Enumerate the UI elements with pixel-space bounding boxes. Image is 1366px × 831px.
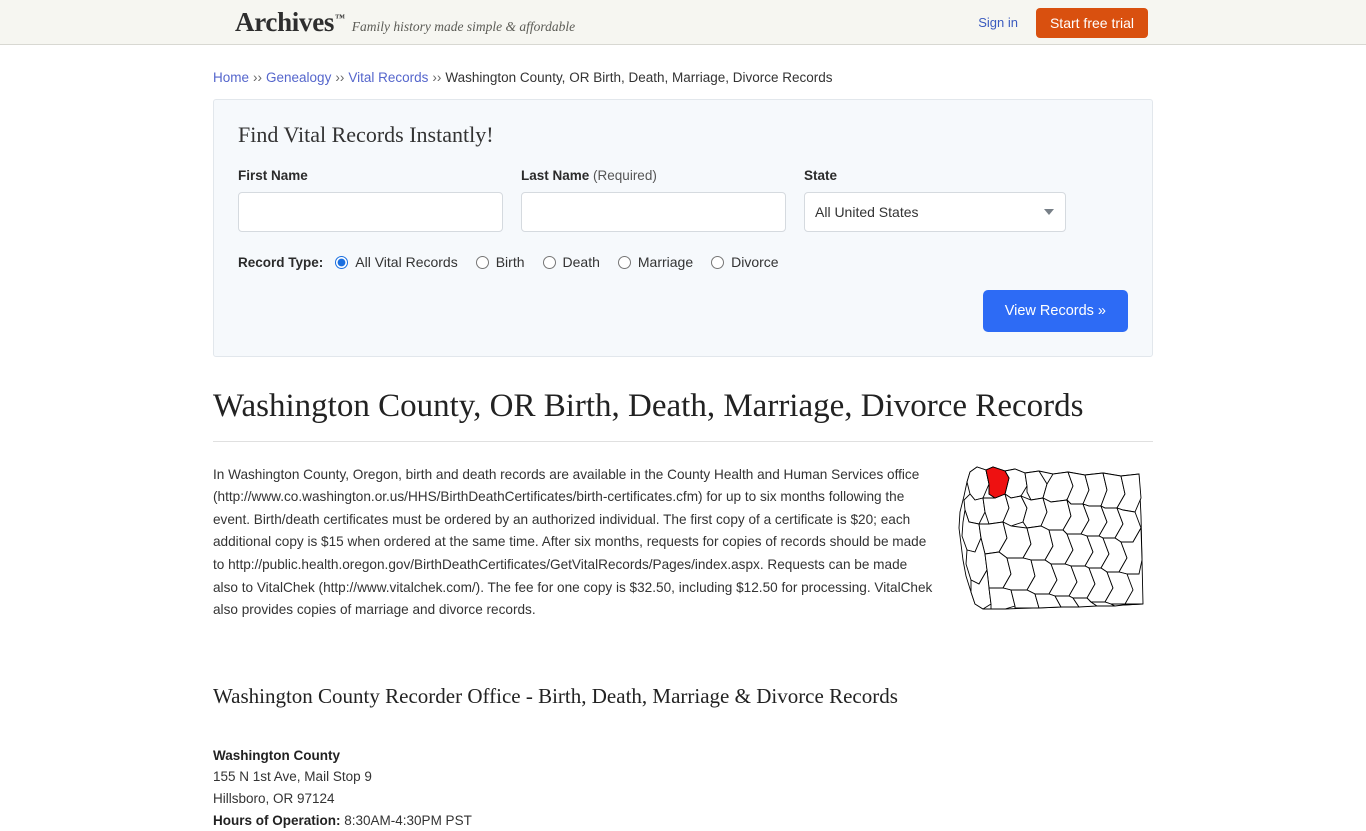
record-type-radio-all[interactable]	[335, 255, 349, 269]
search-fields-row: First Name Last Name (Required) State Al…	[238, 168, 1128, 232]
office-city-state-zip: Hillsboro, OR 97124	[213, 790, 335, 806]
breadcrumb-item-current: Washington County, OR Birth, Death, Marr…	[445, 70, 833, 85]
breadcrumb: Home ›› Genealogy ›› Vital Records ›› Washingt…	[213, 61, 1153, 99]
breadcrumb-separator: ››	[335, 70, 345, 85]
record-type-radio-birth[interactable]	[475, 255, 489, 269]
record-type-text-all: All Vital Records	[355, 254, 458, 270]
brand-tagline: Family history made simple & affordable	[351, 18, 576, 34]
last-name-input[interactable]	[521, 192, 786, 232]
view-records-button[interactable]: View Records »	[982, 290, 1128, 332]
recorder-office-heading: Washington County Recorder Office - Birt…	[213, 683, 898, 708]
record-type-option-marriage[interactable]: Marriage	[617, 254, 694, 270]
last-name-required-note: (Required)	[593, 168, 657, 183]
search-panel-title: Find Vital Records Instantly!	[238, 122, 494, 147]
record-type-radio-divorce[interactable]	[711, 255, 725, 269]
record-type-text-divorce: Divorce	[731, 254, 779, 270]
record-type-option-birth[interactable]: Birth	[475, 254, 525, 270]
recorder-office-address: Washington County 155 N 1st Ave, Mail St…	[213, 745, 1153, 831]
record-type-option-all-vital-records[interactable]: All Vital Records	[335, 254, 458, 270]
office-hours: Hours of Operation: 8:30AM-4:30PM PST	[213, 810, 1153, 831]
record-type-text-birth: Birth	[495, 254, 525, 270]
state-select[interactable]: All United States	[804, 192, 1066, 232]
office-name: Washington County	[213, 747, 340, 763]
record-type-row: Record Type: All Vital Records Birth Dea…	[238, 254, 1128, 270]
state-select-wrapper: All United States	[804, 192, 1066, 232]
record-type-option-divorce[interactable]: Divorce	[711, 254, 779, 270]
oregon-map-svg	[958, 466, 1144, 610]
record-type-option-death[interactable]: Death	[542, 254, 600, 270]
breadcrumb-separator: ››	[253, 70, 263, 85]
trademark-symbol: ™	[335, 12, 345, 24]
first-name-input[interactable]	[238, 192, 503, 232]
last-name-label: Last Name (Required)	[521, 168, 657, 183]
state-label: State	[804, 168, 838, 183]
site-header: Archives™ Family history made simple & a…	[0, 0, 1366, 45]
breadcrumb-separator: ››	[432, 70, 442, 85]
brand-name: Archives™	[235, 6, 345, 37]
search-submit-row: View Records »	[238, 290, 1128, 332]
content-block: In Washington County, Oregon, birth and …	[213, 464, 1153, 622]
sign-in-link[interactable]: Sign in	[978, 15, 1018, 30]
start-free-trial-button[interactable]: Start free trial	[1035, 7, 1148, 38]
last-name-field-group: Last Name (Required)	[521, 168, 804, 232]
first-name-label: First Name	[238, 168, 308, 183]
record-type-radio-marriage[interactable]	[617, 255, 631, 269]
header-actions: Sign in Start free trial	[978, 0, 1148, 45]
brand-logo[interactable]: Archives™ Family history made simple & a…	[235, 6, 576, 37]
state-field-group: State All United States	[804, 168, 1087, 232]
office-hours-label: Hours of Operation:	[213, 812, 341, 828]
record-type-radio-death[interactable]	[542, 255, 556, 269]
office-hours-value: 8:30AM-4:30PM PST	[344, 812, 472, 828]
breadcrumb-item-genealogy[interactable]: Genealogy	[266, 70, 331, 85]
record-type-text-death: Death	[562, 254, 600, 270]
page-title: Washington County, OR Birth, Death, Marr…	[213, 387, 1153, 442]
record-type-text-marriage: Marriage	[637, 254, 694, 270]
breadcrumb-item-vital-records[interactable]: Vital Records	[348, 70, 428, 85]
record-type-label: Record Type:	[238, 254, 324, 270]
first-name-field-group: First Name	[238, 168, 521, 232]
breadcrumb-item-home[interactable]: Home	[213, 70, 249, 85]
oregon-county-map-image	[953, 464, 1153, 614]
vital-records-search-panel: Find Vital Records Instantly! First Name…	[213, 99, 1153, 357]
office-street: 155 N 1st Ave, Mail Stop 9	[213, 769, 372, 785]
